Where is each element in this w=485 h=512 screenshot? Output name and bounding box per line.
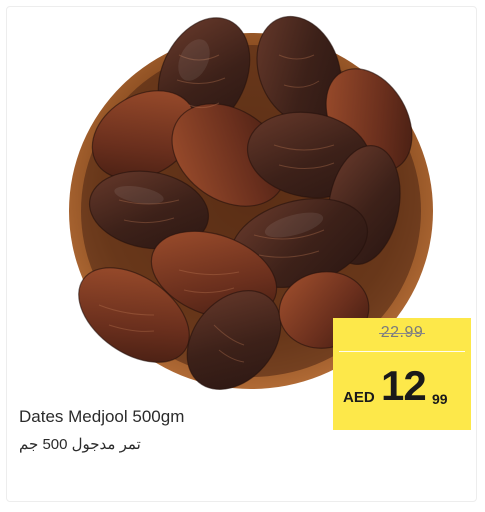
- product-name-en[interactable]: Dates Medjool 500gm: [19, 407, 184, 427]
- current-price-integer: 12: [381, 362, 427, 409]
- price-badge: 22.99 AED 12 99: [333, 318, 471, 430]
- product-card[interactable]: 22.99 AED 12 99 Dates Medjool 500gm تمر …: [6, 6, 477, 502]
- currency-label: AED: [343, 389, 375, 406]
- old-price: 22.99: [378, 324, 425, 341]
- price-divider: [339, 351, 465, 352]
- current-price-decimal: 99: [432, 391, 448, 407]
- product-name-ar[interactable]: تمر مدجول 500 جم: [19, 435, 141, 453]
